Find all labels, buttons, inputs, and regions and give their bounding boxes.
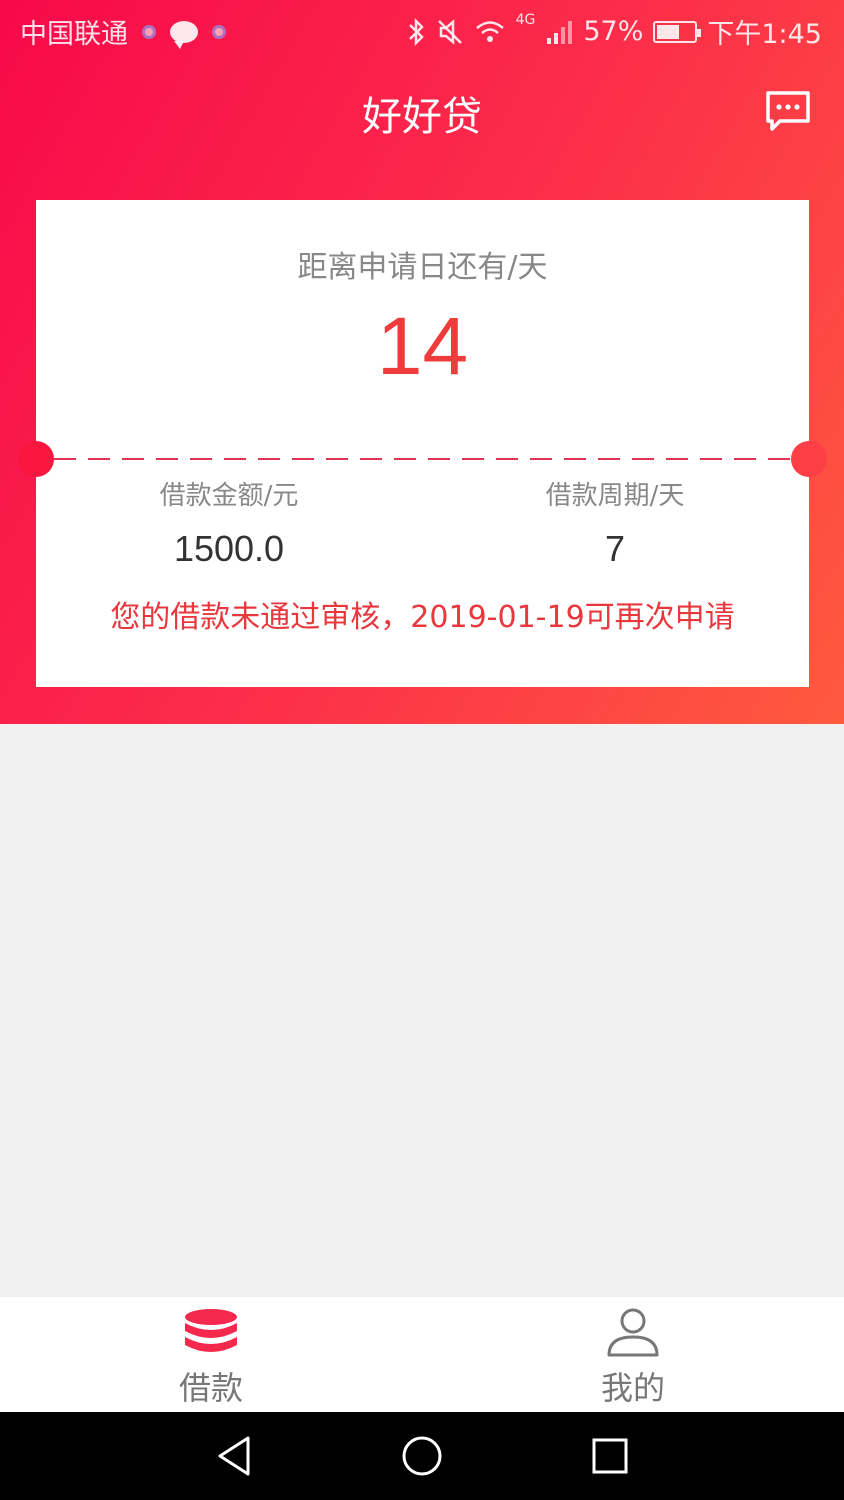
- coins-icon: [185, 1309, 237, 1352]
- card-notch-right: [791, 441, 827, 477]
- countdown-label: 距离申请日还有/天: [297, 250, 548, 285]
- dashed-divider: [54, 458, 791, 460]
- battery-percent: 57%: [583, 16, 644, 47]
- loan-period-value: 7: [604, 528, 626, 569]
- bottom-tab-bar: 借款 我的: [0, 1297, 844, 1412]
- tab-loan[interactable]: 借款: [0, 1297, 422, 1412]
- app-title: 好好贷: [362, 94, 482, 140]
- notification-icon: [142, 24, 156, 39]
- loan-amount-value: 1500.0: [173, 528, 285, 569]
- back-icon[interactable]: [210, 1432, 258, 1480]
- notification-icon: [212, 24, 226, 39]
- mute-icon: [437, 18, 462, 45]
- header-banner: 中国联通 4G 57% 下午1:45 好好贷 距离申请日还有/天 14 借款金额…: [0, 0, 844, 724]
- system-nav-bar: [0, 1412, 844, 1500]
- recents-icon[interactable]: [586, 1432, 634, 1480]
- tab-mine-label: 我的: [600, 1369, 665, 1407]
- wifi-icon: [475, 20, 504, 42]
- loan-period: 借款周期/天 7: [422, 478, 808, 570]
- signal-icon: [547, 20, 573, 44]
- card-notch-left: [18, 441, 54, 477]
- tab-loan-label: 借款: [178, 1369, 243, 1407]
- user-icon: [607, 1308, 659, 1357]
- review-notice: 您的借款未通过审核，2019-01-19可再次申请: [110, 600, 735, 635]
- battery-icon: [653, 20, 702, 43]
- message-bubble-icon: [170, 20, 198, 49]
- countdown-value: 14: [376, 301, 469, 392]
- network-type: 4G: [515, 12, 536, 28]
- loan-period-label: 借款周期/天: [545, 481, 685, 511]
- loan-amount: 借款金额/元 1500.0: [36, 478, 422, 570]
- carrier-name: 中国联通: [20, 19, 128, 50]
- clock: 下午1:45: [707, 19, 822, 50]
- message-icon[interactable]: [764, 90, 812, 132]
- bluetooth-icon: [408, 17, 424, 46]
- loan-amount-label: 借款金额/元: [159, 481, 299, 511]
- status-bar: 中国联通 4G 57% 下午1:45: [0, 0, 844, 58]
- loan-status-card: 距离申请日还有/天 14 借款金额/元 1500.0 借款周期/天 7 您的借款…: [18, 200, 827, 687]
- home-icon[interactable]: [398, 1432, 446, 1480]
- tab-mine[interactable]: 我的: [422, 1297, 844, 1412]
